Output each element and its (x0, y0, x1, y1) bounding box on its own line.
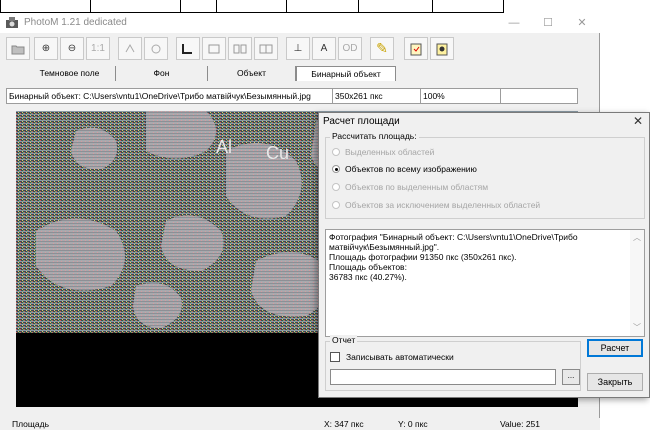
maximize-button[interactable]: ☐ (534, 14, 562, 32)
zoom-out-button[interactable]: ⊖ (60, 37, 84, 60)
radio-dot-checked (332, 165, 340, 173)
radio-label: Объектов по всему изображению (345, 164, 477, 174)
tab-binary-object[interactable]: Бинарный объект (296, 66, 396, 81)
text-tool-button[interactable]: A (312, 37, 336, 60)
split-icon (233, 44, 247, 53)
auto-write-checkbox[interactable]: Записывать автоматически (330, 352, 454, 362)
frame-compare-button[interactable] (254, 37, 278, 60)
area-group: Рассчитать площадь: Выделенных областей … (325, 131, 645, 219)
report-group: Отчет Записывать автоматически ... (325, 335, 581, 391)
top-divider-tick (180, 0, 181, 13)
file-path-label: Бинарный объект: C:\Users\vntu1\OneDrive… (7, 89, 333, 103)
radio-dot (332, 148, 340, 156)
top-divider-tick (0, 0, 1, 13)
image-label-al: Al (216, 137, 232, 157)
actual-size-button[interactable]: 1:1 (86, 37, 110, 60)
crop-icon (182, 43, 192, 54)
report-group-label: Отчет (330, 335, 358, 345)
report-tool-button[interactable] (404, 37, 428, 60)
info-bar: Бинарный объект: C:\Users\vntu1\OneDrive… (6, 88, 578, 104)
result-text: Фотография "Бинарный объект: C:\Users\vn… (329, 232, 578, 282)
radio-label: Объектов за исключением выделенных облас… (345, 200, 541, 210)
radio-label: Выделенных областей (345, 147, 435, 157)
top-divider-tick (90, 0, 91, 13)
radio-objects-in-regions[interactable]: Объектов по выделенным областям (332, 181, 488, 193)
status-y-coord: Y: 0 пкс (398, 419, 428, 429)
status-x-coord: X: 347 пкс (324, 419, 364, 429)
scroll-down-icon[interactable]: ﹀ (633, 322, 641, 333)
compare-icon (259, 44, 273, 53)
status-value: Value: 251 (500, 419, 541, 429)
area-group-label: Рассчитать площадь: (330, 131, 419, 141)
users-tool-button[interactable] (430, 37, 454, 60)
close-dialog-button[interactable]: Закрыть (587, 373, 643, 391)
radio-dot (332, 201, 340, 209)
crop-tool-button[interactable] (176, 37, 200, 60)
checkbox-label: Записывать автоматически (346, 352, 454, 362)
radio-excluding-regions[interactable]: Объектов за исключением выделенных облас… (332, 199, 540, 211)
users-icon (436, 43, 448, 55)
image-size-label: 350x261 пкс (333, 89, 421, 103)
top-divider-tick (216, 0, 217, 13)
result-textarea[interactable]: Фотография "Бинарный объект: C:\Users\vn… (325, 229, 645, 337)
browse-button[interactable]: ... (562, 369, 580, 385)
close-button[interactable]: ✕ (568, 14, 596, 32)
window-title: PhotoM 1.21 dedicated (24, 17, 127, 28)
status-bar: Площадь X: 347 пкс Y: 0 пкс Value: 251 (0, 418, 600, 430)
tab-background[interactable]: Фон (116, 66, 208, 81)
scroll-up-icon[interactable]: ︿ (633, 232, 641, 243)
clipboard-icon (410, 43, 422, 55)
od-button[interactable]: OD (338, 37, 362, 60)
radio-selected-regions[interactable]: Выделенных областей (332, 146, 434, 158)
dialog-title: Расчет площади (323, 116, 400, 127)
measure-line-button[interactable]: ⊥ (286, 37, 310, 60)
tab-bar: Темновое поле Фон Объект Бинарный объект (0, 65, 600, 81)
radio-dot (332, 183, 340, 191)
top-divider-tick (358, 0, 359, 13)
area-calc-dialog: Расчет площади ✕ Рассчитать площадь: Выд… (318, 112, 650, 398)
folder-icon (11, 45, 25, 54)
app-icon (6, 17, 18, 28)
dialog-close-icon[interactable]: ✕ (633, 114, 643, 128)
transform-tool-button[interactable] (118, 37, 142, 60)
result-scrollbar[interactable]: ︿ ﹀ (630, 230, 644, 336)
title-bar[interactable]: PhotoM 1.21 dedicated — ☐ ✕ (0, 13, 600, 33)
frame-split-button[interactable] (228, 37, 252, 60)
radio-label: Объектов по выделенным областям (345, 182, 489, 192)
filter-icon (151, 44, 161, 53)
minimize-button[interactable]: — (500, 14, 528, 32)
open-button[interactable] (6, 37, 30, 60)
rotate-icon (125, 43, 135, 52)
report-path-input[interactable] (330, 369, 556, 385)
zoom-level-label: 100% (421, 89, 501, 103)
top-divider-tick (286, 0, 287, 13)
pencil-button[interactable]: ✎ (370, 37, 394, 60)
frame-icon (208, 44, 220, 53)
top-divider-tick (503, 0, 504, 13)
filter-tool-button[interactable] (144, 37, 168, 60)
checkbox-box[interactable] (330, 352, 340, 362)
zoom-in-button[interactable]: ⊕ (34, 37, 58, 60)
radio-whole-image[interactable]: Объектов по всему изображению (332, 163, 477, 175)
tab-object[interactable]: Объект (208, 66, 296, 81)
tab-dark-field[interactable]: Темновое поле (24, 66, 116, 81)
image-label-cu: Cu (266, 143, 289, 163)
toolbar: ⊕ ⊖ 1:1 ⊥ A OD ✎ (0, 35, 600, 63)
frame-tool-button[interactable] (202, 37, 226, 60)
calculate-button[interactable]: Расчет (587, 339, 643, 357)
top-divider-tick (432, 0, 433, 13)
status-mode: Площадь (12, 419, 50, 429)
